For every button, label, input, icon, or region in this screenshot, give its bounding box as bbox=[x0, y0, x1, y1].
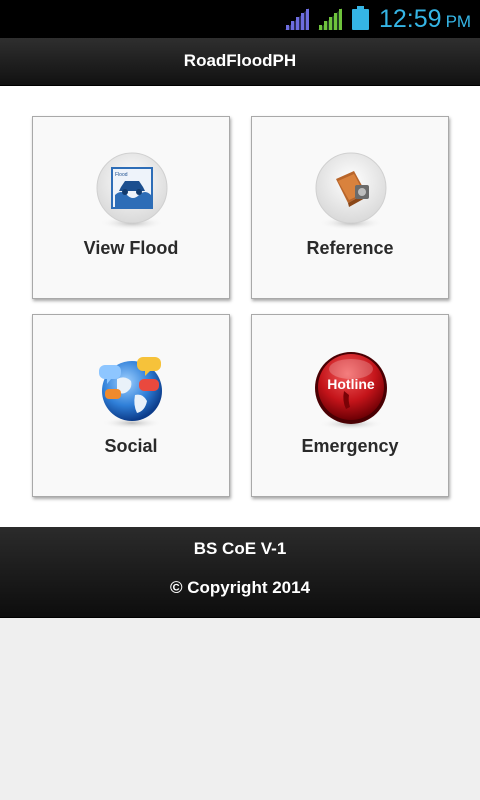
social-button[interactable]: Social bbox=[32, 314, 230, 497]
wifi-signal-icon bbox=[285, 8, 309, 30]
footer-copyright: © Copyright 2014 bbox=[169, 578, 311, 597]
cell-signal-icon bbox=[318, 8, 342, 30]
emergency-label: Emergency bbox=[301, 436, 399, 456]
footer-version: BS CoE V-1 bbox=[193, 539, 287, 558]
flood-map-icon: Flood bbox=[96, 152, 168, 230]
app-title: RoadFloodPH bbox=[0, 38, 480, 86]
battery-icon bbox=[352, 6, 369, 30]
status-bar: 12:59 PM bbox=[0, 0, 480, 38]
social-label: Social bbox=[104, 436, 158, 456]
view-flood-button[interactable]: Flood View Flood bbox=[32, 116, 230, 299]
emergency-button[interactable]: Hotline Emergency bbox=[251, 314, 449, 497]
reference-button[interactable]: Reference bbox=[251, 116, 449, 299]
menu-grid: Flood View Flood Reference Social Hotlin… bbox=[0, 86, 480, 527]
status-clock: 12:59 PM bbox=[379, 4, 471, 34]
hotline-phone-icon: Hotline bbox=[315, 352, 387, 429]
view-flood-label: View Flood bbox=[83, 238, 179, 258]
reference-label: Reference bbox=[306, 238, 394, 258]
globe-chat-icon bbox=[99, 357, 162, 429]
clock-ampm: PM bbox=[445, 12, 472, 31]
hotline-icon-text: Hotline bbox=[327, 376, 375, 392]
footer: BS CoE V-1 © Copyright 2014 bbox=[0, 527, 480, 618]
clock-time: 12:59 bbox=[379, 5, 442, 33]
reference-book-icon bbox=[315, 152, 387, 230]
flood-icon-text: Flood bbox=[115, 172, 128, 178]
